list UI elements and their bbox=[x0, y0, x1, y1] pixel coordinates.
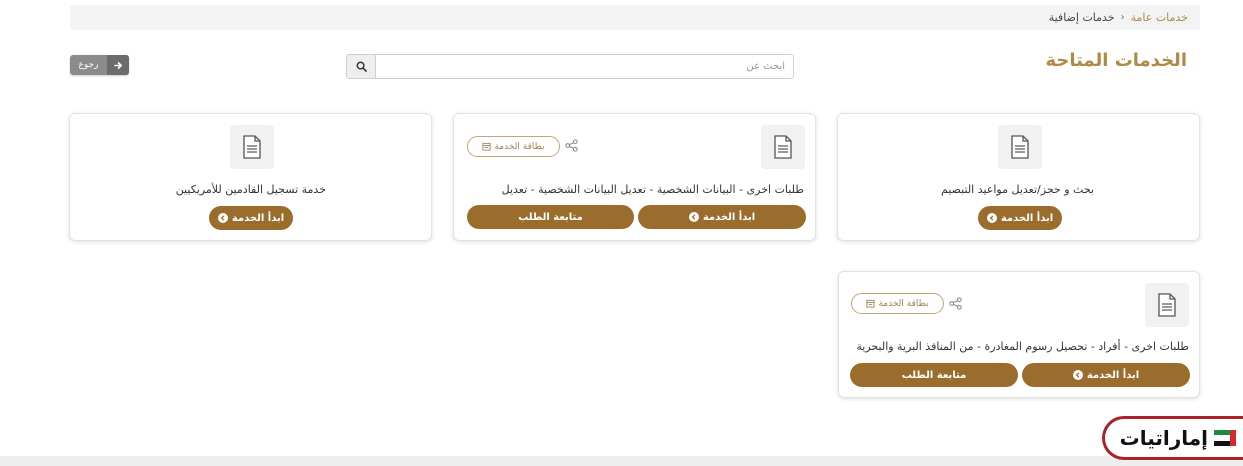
arrow-circle-icon bbox=[986, 213, 997, 223]
arrow-circle-icon bbox=[1072, 370, 1083, 380]
service-card-personal-data: بطاقة الخدمة طلبات اخرى - البيانات الشخص… bbox=[453, 113, 816, 241]
calendar-icon bbox=[482, 142, 492, 151]
document-icon bbox=[761, 125, 805, 169]
service-card-chip[interactable]: بطاقة الخدمة bbox=[467, 136, 560, 157]
search-button[interactable] bbox=[347, 55, 376, 78]
search-input[interactable] bbox=[376, 55, 793, 78]
start-service-button[interactable]: ابدأ الخدمة bbox=[978, 206, 1062, 230]
track-request-button[interactable]: متابعة الطلب bbox=[850, 363, 1018, 387]
arrow-right-icon bbox=[107, 55, 129, 75]
arrow-circle-icon bbox=[217, 213, 228, 223]
service-card-fingerprint: بحث و حجز/تعديل مواعيد التبصيم ابدأ الخد… bbox=[837, 113, 1200, 241]
chip-label: بطاقة الخدمة bbox=[494, 141, 545, 152]
chip-label: بطاقة الخدمة bbox=[878, 298, 929, 309]
start-service-button[interactable]: ابدأ الخدمة bbox=[209, 206, 293, 230]
search-icon bbox=[356, 61, 367, 72]
footer-strip bbox=[0, 456, 1243, 466]
service-card-chip[interactable]: بطاقة الخدمة bbox=[851, 293, 944, 314]
start-service-label: ابدأ الخدمة bbox=[231, 212, 285, 224]
uae-flag-icon bbox=[1214, 430, 1236, 446]
back-button[interactable]: رجوع bbox=[70, 55, 129, 75]
service-card-american-arrivals: خدمة تسجيل القادمين للأمريكيين ابدأ الخد… bbox=[69, 113, 432, 241]
arrow-circle-icon bbox=[688, 212, 699, 222]
track-request-button[interactable]: متابعة الطلب bbox=[467, 205, 634, 229]
search-bar bbox=[346, 54, 794, 79]
page-title: الخدمات المتاحة bbox=[1045, 50, 1187, 71]
start-service-button[interactable]: ابدأ الخدمة bbox=[1022, 363, 1190, 387]
breadcrumb-current: خدمات إضافية bbox=[1048, 11, 1115, 24]
breadcrumb: خدمات عامة › خدمات إضافية bbox=[70, 5, 1200, 30]
card-title: خدمة تسجيل القادمين للأمريكيين bbox=[175, 183, 326, 196]
emaratiyat-logo: إماراتيات bbox=[1102, 416, 1243, 460]
start-service-label: ابدأ الخدمة bbox=[1086, 369, 1140, 381]
document-icon bbox=[1145, 283, 1189, 327]
start-service-button[interactable]: ابدأ الخدمة bbox=[638, 205, 806, 229]
share-icon[interactable] bbox=[949, 297, 962, 310]
service-card-departure-fees: بطاقة الخدمة طلبات اخرى - أفراد - تحصيل … bbox=[838, 271, 1200, 398]
document-icon bbox=[230, 125, 274, 169]
calendar-icon bbox=[866, 299, 876, 308]
card-title: بحث و حجز/تعديل مواعيد التبصيم bbox=[941, 183, 1094, 196]
track-request-label: متابعة الطلب bbox=[901, 369, 967, 381]
card-title: طلبات اخرى - أفراد - تحصيل رسوم المغادرة… bbox=[856, 340, 1189, 353]
document-icon bbox=[998, 125, 1042, 169]
share-icon[interactable] bbox=[565, 139, 578, 152]
chevron-separator-icon: › bbox=[1120, 12, 1125, 23]
card-title: طلبات اخرى - البيانات الشخصية - تعديل ال… bbox=[501, 183, 804, 196]
logo-text: إماراتيات bbox=[1119, 426, 1208, 450]
track-request-label: متابعة الطلب bbox=[518, 211, 583, 223]
start-service-label: ابدأ الخدمة bbox=[1000, 212, 1054, 224]
start-service-label: ابدأ الخدمة bbox=[702, 211, 756, 223]
back-button-label: رجوع bbox=[78, 60, 99, 70]
breadcrumb-link-general-services[interactable]: خدمات عامة bbox=[1131, 11, 1188, 24]
